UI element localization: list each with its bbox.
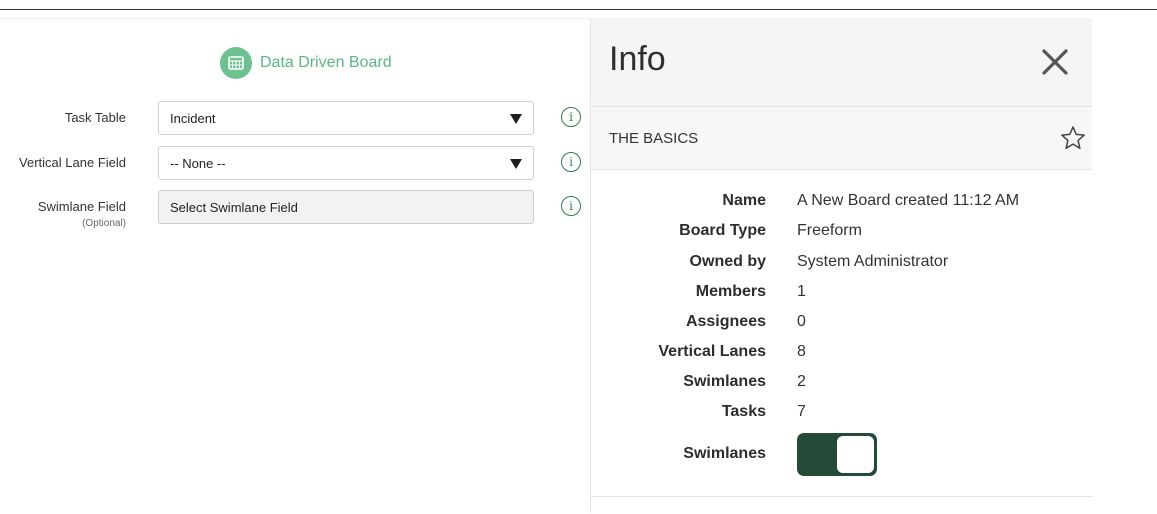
task-table-label: Task Table: [64, 110, 126, 125]
detail-value: 7: [797, 403, 806, 420]
detail-key: Swimlanes: [683, 373, 766, 390]
swimlane-field-select[interactable]: Select Swimlane Field: [158, 190, 534, 224]
detail-value: 0: [797, 313, 806, 330]
swimlane-field-optional-hint: (Optional): [82, 218, 126, 229]
detail-key: Members: [695, 283, 766, 300]
task-table-select[interactable]: Incident: [158, 101, 534, 135]
section-title: THE BASICS: [609, 130, 699, 147]
top-divider: [0, 9, 1157, 10]
dropdown-arrow-icon: [510, 114, 522, 124]
detail-key: Owned by: [689, 253, 766, 270]
detail-row-name: Name A New Board created 11:12 AM: [591, 188, 1092, 216]
board-type-title: Data Driven Board: [260, 54, 392, 71]
task-table-value: Incident: [170, 111, 216, 126]
swimlane-field-placeholder: Select Swimlane Field: [170, 200, 298, 215]
the-basics-section-header: THE BASICS: [591, 107, 1092, 170]
info-panel-title: Info: [609, 40, 666, 78]
vertical-lane-field-label: Vertical Lane Field: [19, 155, 126, 170]
detail-value: System Administrator: [797, 253, 949, 270]
panel-bottom-divider: [591, 496, 1092, 497]
info-icon[interactable]: i: [561, 107, 581, 127]
detail-key: Board Type: [679, 222, 766, 239]
board-grid-icon: [220, 47, 252, 79]
swimlanes-toggle-label: Swimlanes: [683, 445, 766, 462]
detail-key: Name: [722, 192, 766, 209]
detail-key: Assignees: [685, 313, 766, 330]
detail-row-assignees: Assignees 0: [591, 309, 1092, 337]
detail-key: Tasks: [721, 403, 766, 420]
dropdown-arrow-icon: [510, 159, 522, 169]
detail-row-members: Members 1: [591, 279, 1092, 307]
vertical-lane-field-value: -- None --: [170, 156, 226, 171]
vertical-lane-field-row: Vertical Lane Field -- None -- i: [0, 146, 590, 182]
detail-key: Vertical Lanes: [658, 343, 766, 360]
detail-value: 2: [797, 373, 806, 390]
info-icon[interactable]: i: [561, 152, 581, 172]
detail-row-swimlanes: Swimlanes 2: [591, 369, 1092, 397]
vertical-lane-field-select[interactable]: -- None --: [158, 146, 534, 180]
detail-value: 8: [797, 343, 806, 360]
info-panel: Info THE BASICS Name A New Board created…: [590, 18, 1092, 513]
close-icon[interactable]: [1037, 44, 1073, 80]
info-icon[interactable]: i: [561, 196, 581, 216]
task-table-row: Task Table Incident i: [0, 101, 590, 137]
swimlane-field-row: Swimlane Field (Optional) Select Swimlan…: [0, 190, 590, 229]
info-panel-header: Info: [591, 18, 1092, 107]
detail-value: 1: [797, 283, 806, 300]
board-type-header: Data Driven Board: [220, 47, 392, 79]
detail-value: Freeform: [797, 222, 862, 239]
detail-row-board-type: Board Type Freeform: [591, 218, 1092, 246]
detail-row-owned-by: Owned by System Administrator: [591, 249, 1092, 277]
toggle-knob: [837, 436, 874, 473]
detail-value: A New Board created 11:12 AM: [797, 192, 1020, 209]
detail-row-tasks: Tasks 7: [591, 399, 1092, 427]
swimlane-field-label: Swimlane Field: [37, 199, 126, 214]
star-outline-icon[interactable]: [1060, 125, 1086, 151]
swimlanes-toggle[interactable]: [797, 433, 877, 476]
board-settings-form: Data Driven Board Task Table Incident i …: [0, 18, 590, 514]
detail-row-vertical-lanes: Vertical Lanes 8: [591, 339, 1092, 367]
